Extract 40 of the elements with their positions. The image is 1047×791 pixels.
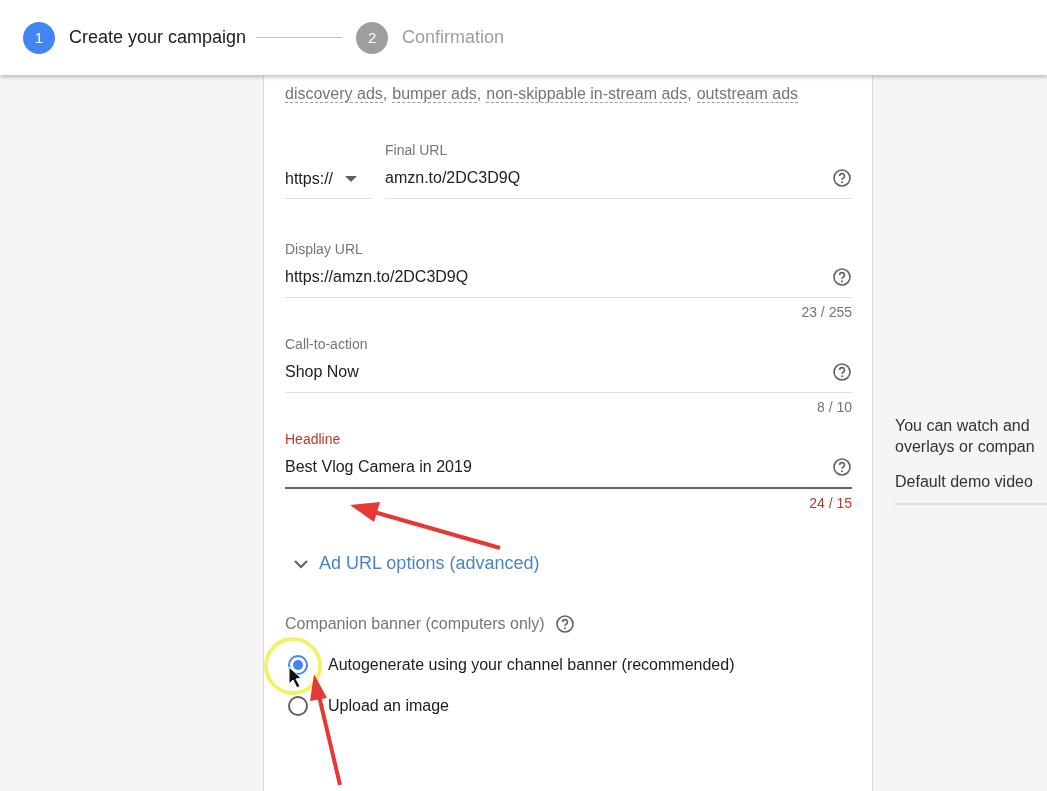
final-url-field[interactable]: Final URL amzn.to/2DC3D9Q <box>385 140 852 199</box>
field-value: amzn.to/2DC3D9Q <box>385 169 521 187</box>
field-label: Call-to-action <box>285 336 369 352</box>
chevron-icon <box>293 558 309 569</box>
field-value: Best Vlog Camera in 2019 <box>285 458 472 476</box>
info-text: You can watch and overlays or compan <box>895 416 1036 457</box>
radio-label: Autogenerate using your channel banner (recommended) <box>328 656 735 674</box>
video-label: Default demo video <box>895 473 1047 505</box>
character-counter: 23 / 255 <box>801 304 852 320</box>
ad-format-link[interactable]: non-skippable in-stream ads <box>486 85 688 103</box>
help-icon[interactable] <box>832 362 852 382</box>
field-value: https://amzn.to/2DC3D9Q <box>285 268 469 286</box>
character-counter: 24 / 15 <box>809 495 852 511</box>
field-label: Headline <box>285 431 342 447</box>
help-icon[interactable] <box>832 168 852 188</box>
field-value: Shop Now <box>285 363 359 381</box>
step-label: Create your campaign <box>69 27 247 48</box>
character-counter: 8 / 10 <box>816 399 852 415</box>
help-icon[interactable] <box>554 614 575 634</box>
ad-formats-text: discovery ads, bumper ads, non-skippable in-stream ads, outstream ads <box>285 85 800 103</box>
radio-label: Upload an image <box>328 697 449 715</box>
step-label: Confirmation <box>402 27 505 48</box>
ad-url-options-toggle[interactable]: Ad URL options (advanced) <box>293 553 540 574</box>
text-field[interactable]: Display URL https://amzn.to/2DC3D9Q <box>285 239 852 298</box>
protocol-dropdown[interactable]: https:// <box>285 160 373 199</box>
step-number: 2 <box>356 21 389 54</box>
help-icon[interactable] <box>832 457 852 477</box>
ad-format-link[interactable]: discovery ads <box>285 85 383 103</box>
companion-banner-label: Companion banner (computers only) <box>285 615 545 633</box>
ad-format-link[interactable]: bumper ads <box>392 85 477 103</box>
field-label: Final URL <box>385 142 449 158</box>
ad-format-link[interactable]: outstream ads <box>696 85 799 103</box>
help-icon[interactable] <box>832 267 852 287</box>
cursor-icon <box>288 666 302 689</box>
text-field[interactable]: Call-to-action Shop Now <box>285 334 852 393</box>
radio-button[interactable] <box>288 696 308 716</box>
step-number: 1 <box>23 21 55 54</box>
field-label: Display URL <box>285 241 364 257</box>
highlight-circle <box>264 637 322 695</box>
dropdown-arrow-icon <box>345 176 358 182</box>
